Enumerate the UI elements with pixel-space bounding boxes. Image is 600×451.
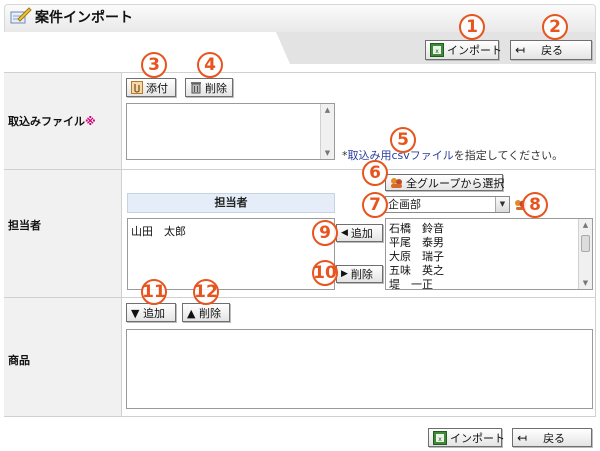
callout-7: 7 [362, 192, 388, 218]
footer-back-label: 戻る [543, 431, 566, 445]
list-item[interactable]: 山田 太郎 [131, 223, 186, 239]
row-divider [4, 169, 596, 170]
scroll-up-icon[interactable]: ▲ [579, 219, 592, 231]
file-delete-button[interactable]: 削除 [185, 78, 233, 97]
hint-suffix: を指定してください。 [453, 149, 564, 162]
assignee-label: 担当者 [8, 219, 41, 232]
import-button[interactable]: x インポート [425, 40, 502, 60]
assignee-add-button[interactable]: ◀ 追加 [336, 224, 383, 242]
callout-10: 10 [312, 260, 338, 286]
footer-back-button[interactable]: ↤ 戻る [512, 428, 592, 447]
file-list-scrollbar[interactable]: ▲ ▼ [320, 104, 334, 159]
back-arrow-icon: ↤ [517, 430, 528, 445]
callout-3: 3 [141, 52, 167, 78]
select-all-groups-button[interactable]: 全グループから選択 [385, 174, 505, 191]
assignee-delete-label: 削除 [350, 268, 373, 281]
row-divider [4, 297, 596, 298]
callout-2: 2 [542, 14, 568, 40]
callout-5: 5 [390, 127, 416, 153]
file-label-text: 取込みファイル [8, 115, 85, 128]
back-button-label: 戻る [541, 44, 564, 57]
import-button-label: インポート [447, 44, 502, 57]
scroll-up-icon[interactable]: ▲ [321, 104, 334, 116]
paperclip-icon [131, 81, 143, 94]
select-all-groups-label: 全グループから選択 [406, 176, 505, 190]
callout-9: 9 [312, 220, 338, 246]
callout-6: 6 [362, 160, 388, 186]
required-mark: ※ [85, 115, 96, 128]
footer-import-button[interactable]: x インポート [428, 428, 505, 447]
footer-import-label: インポート [450, 431, 505, 445]
scroll-down-icon[interactable]: ▼ [579, 277, 592, 289]
assignee-column-header: 担当者 [127, 193, 335, 213]
candidate-list[interactable]: 石橋 鈴音 平尾 泰男 大原 瑞子 五味 英之 堤 一正 ▲ ▼ [385, 218, 593, 292]
candidate-list-scrollbar[interactable]: ▲ ▼ [578, 219, 592, 289]
callout-8: 8 [522, 192, 548, 218]
scroll-thumb[interactable] [581, 235, 590, 252]
csv-icon: x [430, 43, 444, 57]
assignee-label-cell [4, 170, 122, 297]
product-label: 商品 [8, 354, 30, 367]
assignee-delete-button[interactable]: ▶ 削除 [336, 265, 383, 283]
group-icon [390, 177, 403, 189]
scroll-down-icon[interactable]: ▼ [321, 147, 334, 159]
callout-1: 1 [459, 14, 485, 40]
file-list-box[interactable]: ▲ ▼ [126, 103, 335, 160]
back-button[interactable]: ↤ 戻る [510, 40, 592, 60]
list-item[interactable]: 堤 一正 [389, 276, 433, 292]
import-pencil-icon [10, 7, 32, 24]
callout-12: 12 [193, 279, 219, 305]
trash-icon [190, 81, 202, 94]
chevron-down-icon[interactable]: ▼ [495, 197, 509, 212]
file-label: 取込みファイル※ [8, 113, 96, 129]
arrow-left-icon: ◀ [341, 228, 348, 238]
group-select-value: 企画部 [388, 198, 421, 211]
attach-button-label: 添付 [146, 81, 168, 95]
callout-4: 4 [197, 52, 223, 78]
product-add-button[interactable]: ▼ 追加 [126, 303, 176, 322]
page-title: 案件インポート [35, 10, 133, 26]
callout-11: 11 [141, 279, 167, 305]
group-select[interactable]: 企画部 ▼ [385, 196, 510, 213]
svg-text:x: x [435, 48, 439, 55]
file-delete-button-label: 削除 [205, 81, 227, 95]
product-delete-label: ▲ 削除 [187, 306, 221, 320]
attach-button[interactable]: 添付 [126, 78, 176, 97]
product-delete-button[interactable]: ▲ 削除 [182, 303, 230, 322]
assignee-add-label: 追加 [350, 227, 373, 240]
arrow-right-icon: ▶ [341, 269, 348, 279]
product-list-box[interactable] [126, 329, 593, 409]
csv-icon: x [433, 430, 447, 445]
product-add-label: ▼ 追加 [131, 306, 165, 320]
svg-text:x: x [438, 436, 442, 443]
back-arrow-icon: ↤ [515, 43, 526, 57]
